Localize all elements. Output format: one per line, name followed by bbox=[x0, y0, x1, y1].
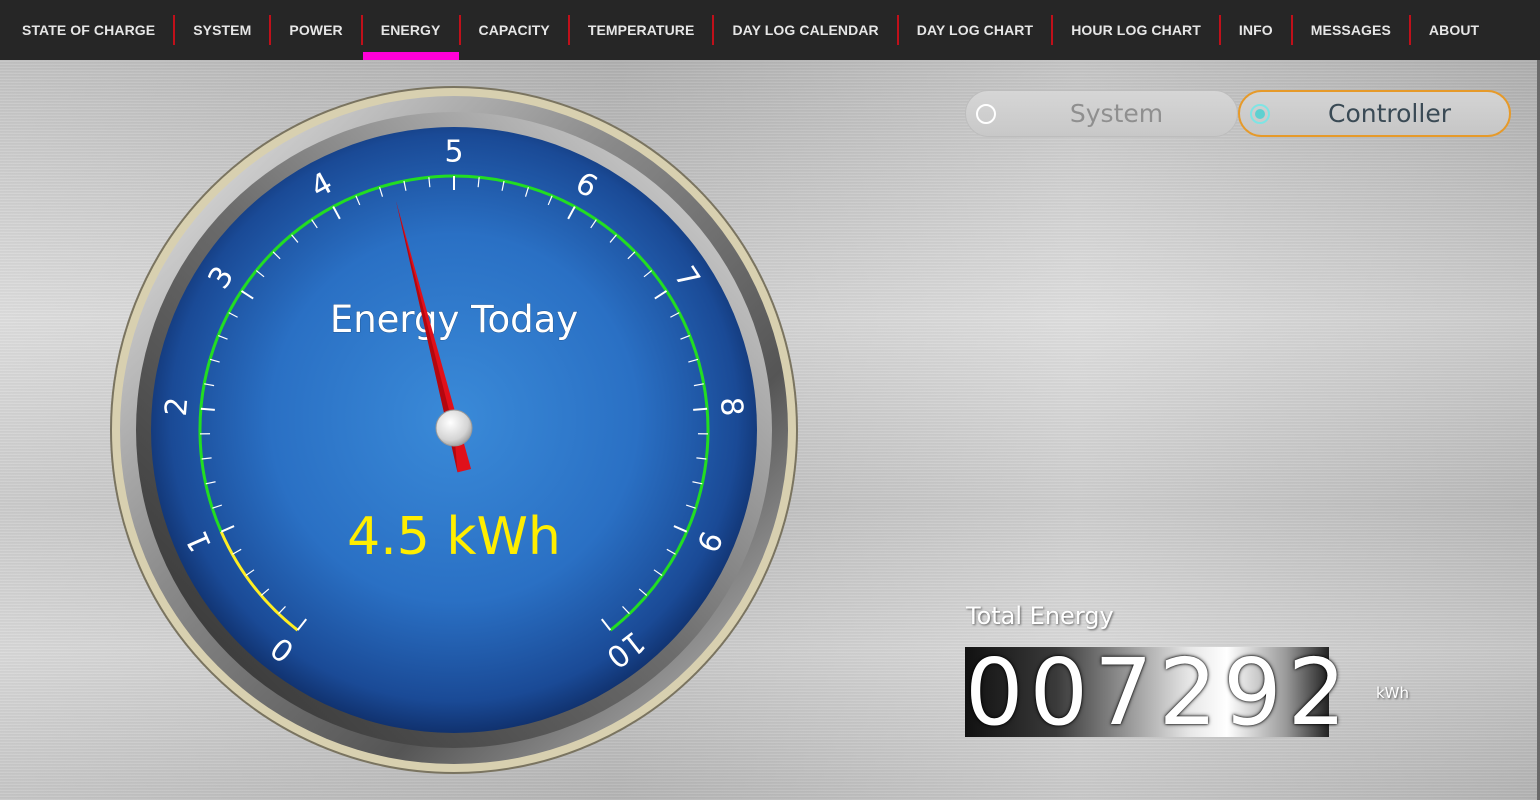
tab-system[interactable]: SYSTEM bbox=[175, 0, 269, 60]
total-energy-value: 007292 bbox=[965, 639, 1353, 746]
tab-info[interactable]: INFO bbox=[1221, 0, 1291, 60]
tab-day-log-calendar[interactable]: DAY LOG CALENDAR bbox=[714, 0, 896, 60]
gauge-tick bbox=[693, 407, 708, 411]
tab-hour-log-chart[interactable]: HOUR LOG CHART bbox=[1053, 0, 1219, 60]
energy-today-gauge: 012345678910 Energy Today 4.5 kWh bbox=[110, 86, 798, 774]
tab-day-log-chart[interactable]: DAY LOG CHART bbox=[899, 0, 1051, 60]
tab-about[interactable]: ABOUT bbox=[1411, 0, 1497, 60]
tab-messages[interactable]: MESSAGES bbox=[1293, 0, 1409, 60]
gauge-title: Energy Today bbox=[330, 298, 578, 341]
controller-toggle-option[interactable]: Controller bbox=[1238, 90, 1511, 137]
system-radio-icon[interactable] bbox=[976, 103, 996, 124]
system-option-label: System bbox=[1069, 99, 1164, 128]
total-energy-odometer: 007292 bbox=[965, 639, 1346, 746]
gauge-scale-label: 5 bbox=[444, 135, 463, 170]
system-toggle-option[interactable]: System bbox=[965, 90, 1238, 137]
gauge-scale-label: 8 bbox=[713, 396, 749, 418]
tab-energy[interactable]: ENERGY bbox=[362, 0, 459, 60]
controller-radio-icon[interactable] bbox=[1250, 103, 1270, 124]
gauge-value-text: 4.5 kWh bbox=[347, 507, 561, 567]
gauge-tick bbox=[200, 407, 215, 411]
tab-power[interactable]: POWER bbox=[271, 0, 360, 60]
tab-temperature[interactable]: TEMPERATURE bbox=[570, 0, 713, 60]
total-energy-unit: kWh bbox=[1376, 684, 1410, 702]
total-energy-label: Total Energy bbox=[966, 602, 1114, 630]
tab-capacity[interactable]: CAPACITY bbox=[461, 0, 568, 60]
gauge-scale-label: 2 bbox=[159, 396, 195, 418]
controller-option-label: Controller bbox=[1328, 99, 1451, 128]
tab-state-of-charge[interactable]: STATE OF CHARGE bbox=[0, 0, 173, 60]
gauge-needle-hub bbox=[435, 409, 473, 447]
top-navigation-bar: STATE OF CHARGE SYSTEM POWER ENERGY CAPACITY… bbox=[0, 0, 1540, 60]
